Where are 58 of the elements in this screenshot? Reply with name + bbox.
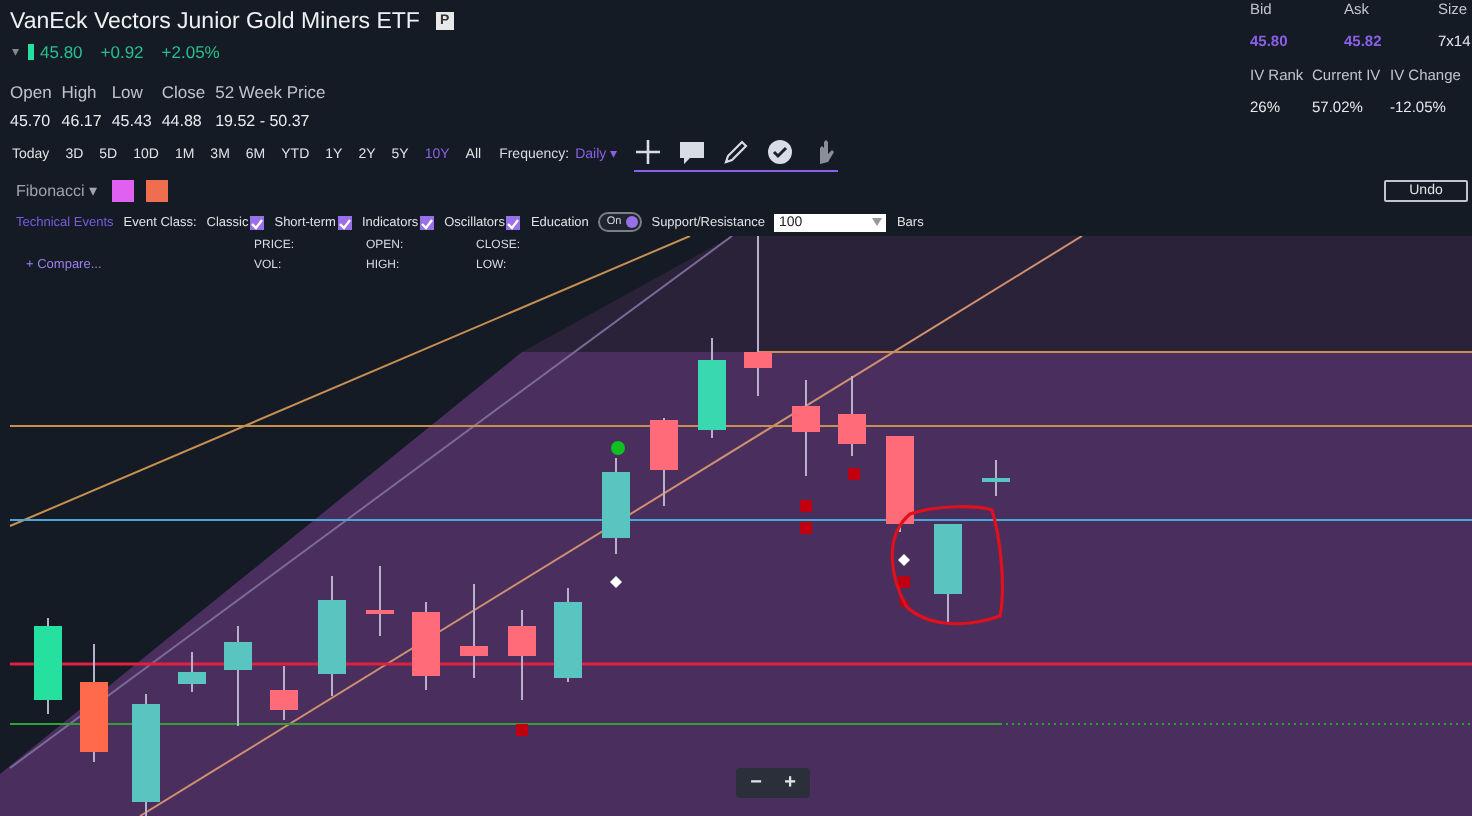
- signal-dot: [611, 441, 625, 455]
- stat-label: Close: [161, 82, 206, 102]
- price-bar-icon: [28, 44, 34, 60]
- checkbox[interactable]: [337, 215, 352, 229]
- candlestick: [460, 583, 488, 679]
- pencil-icon[interactable]: [722, 138, 751, 166]
- candlestick: [698, 337, 726, 439]
- signal-marker: [800, 522, 812, 534]
- candlestick: [270, 665, 298, 721]
- stat-label: Low: [111, 82, 145, 102]
- signal-marker: [610, 576, 622, 588]
- stat-value: 44.88: [161, 112, 204, 130]
- crosshair-icon[interactable]: [634, 138, 663, 166]
- candlestick: [318, 575, 346, 697]
- check-circle-icon[interactable]: [766, 138, 795, 166]
- candlestick: [602, 457, 630, 555]
- last-price: 45.80: [40, 42, 83, 62]
- signal-marker: [516, 724, 528, 736]
- candlestick: [886, 435, 914, 533]
- candlestick: [34, 617, 62, 715]
- signal-marker: [848, 468, 860, 480]
- signal-marker: [898, 598, 910, 608]
- color-swatch[interactable]: [146, 179, 169, 201]
- checkbox[interactable]: [250, 215, 265, 229]
- candlestick: [412, 601, 440, 691]
- stat-value: 45.70: [10, 112, 52, 130]
- stat-label: Open: [10, 82, 52, 102]
- price-change: +0.92: [100, 42, 144, 62]
- candlestick: [792, 379, 820, 477]
- stat-value: 19.52 - 50.37: [215, 112, 312, 130]
- caret-icon: [872, 218, 883, 226]
- candlestick: [178, 651, 206, 693]
- signal-marker: [898, 576, 910, 588]
- percent-change: +2.05%: [161, 42, 220, 62]
- signal-marker: [898, 554, 910, 566]
- candlestick: [554, 587, 582, 683]
- color-swatch[interactable]: [112, 179, 135, 201]
- stat-label: 52 Week Price: [215, 82, 326, 102]
- candlestick: [934, 523, 962, 623]
- zoom-button[interactable]: −: [740, 770, 772, 796]
- candlestick: [224, 625, 252, 727]
- drawing-tool-dropdown[interactable]: Fibonacci ▾: [16, 181, 97, 199]
- candlestick: [508, 609, 536, 701]
- candlestick: [80, 643, 108, 763]
- zoom-button[interactable]: +: [774, 770, 806, 796]
- security-title: VanEck Vectors Junior Gold Miners ETF: [10, 9, 420, 33]
- stat-value: 46.17: [61, 112, 102, 130]
- checkbox[interactable]: [420, 215, 435, 229]
- stat-value: 45.43: [111, 112, 152, 130]
- candlestick: [132, 693, 160, 816]
- candlestick: [366, 565, 394, 637]
- candlestick: [650, 417, 678, 507]
- candlestick: [838, 375, 866, 457]
- comment-icon[interactable]: [678, 138, 707, 166]
- stat-label: High: [61, 82, 99, 102]
- checkbox[interactable]: [506, 215, 521, 229]
- signal-marker: [800, 500, 812, 512]
- candlestick: [982, 459, 1010, 497]
